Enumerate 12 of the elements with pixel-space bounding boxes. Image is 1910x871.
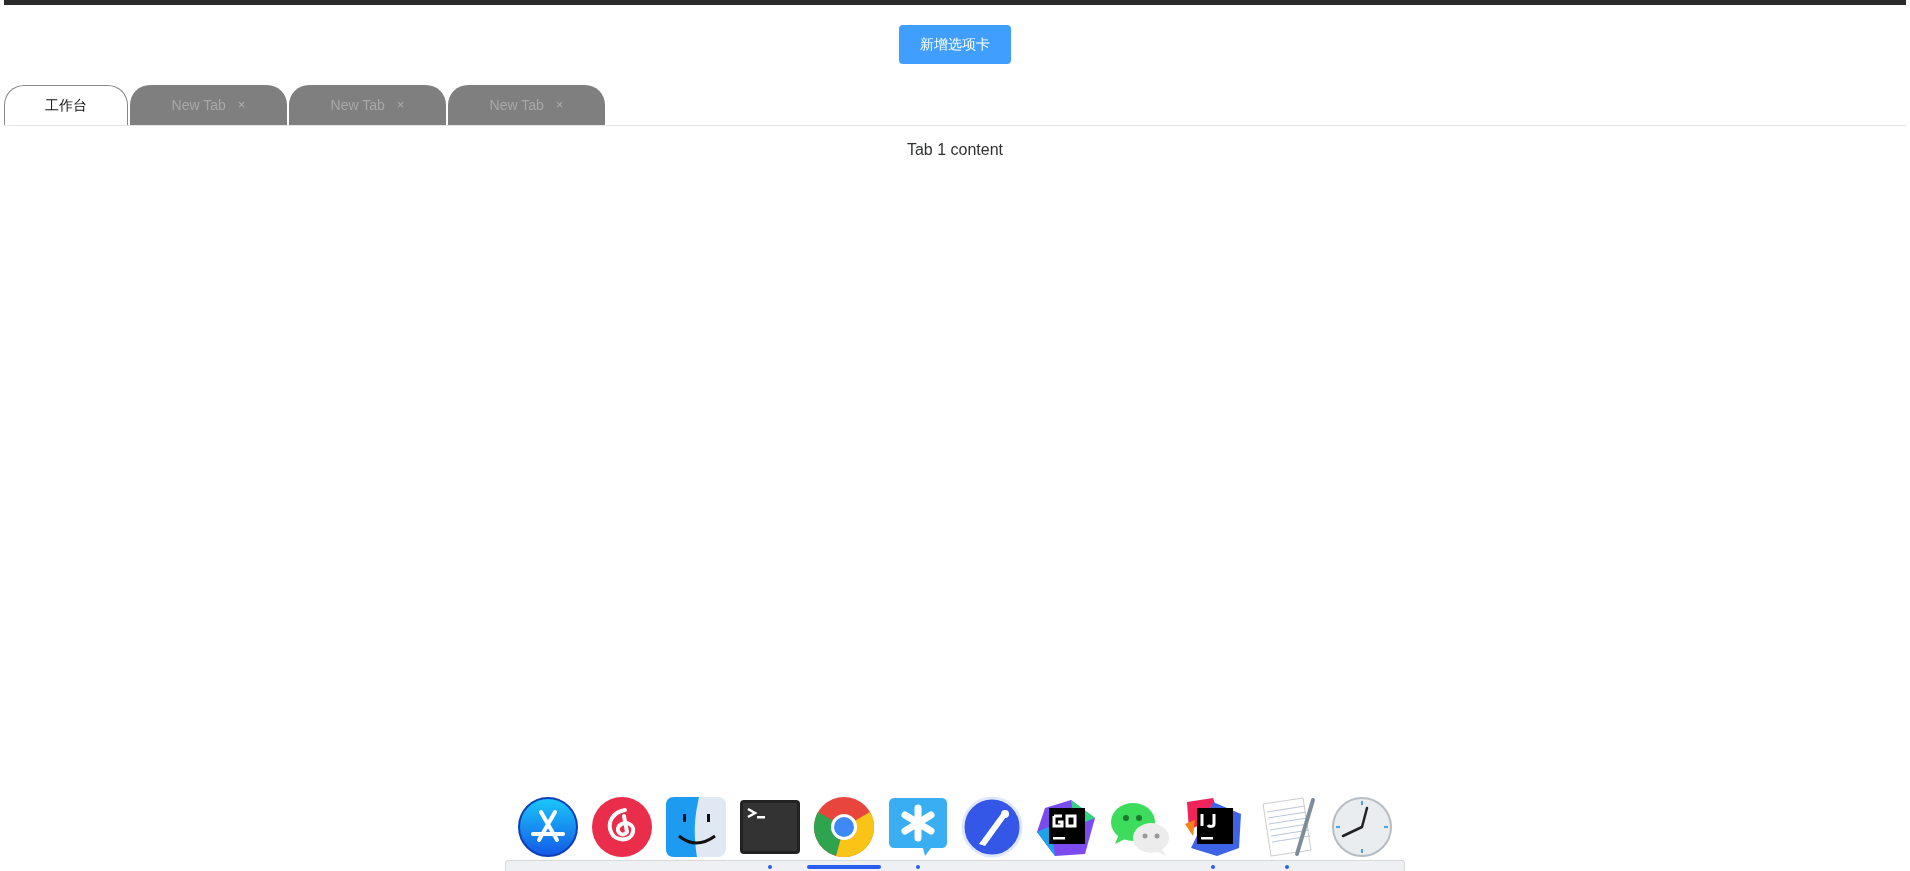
clock-icon[interactable] xyxy=(1331,796,1393,858)
add-tab-button[interactable]: 新增选项卡 xyxy=(899,25,1011,64)
browser-icon[interactable] xyxy=(813,796,875,858)
music-app-icon[interactable] xyxy=(591,796,653,858)
finder-face-icon[interactable] xyxy=(665,796,727,858)
tab-content-text: Tab 1 content xyxy=(906,141,1004,158)
close-tab-button[interactable]: × xyxy=(396,95,405,115)
close-tab-button[interactable]: × xyxy=(555,95,564,115)
app-store-icon[interactable] xyxy=(517,796,579,858)
tab-label: 工作台 xyxy=(45,96,87,115)
tab[interactable]: 工作台 xyxy=(4,85,128,125)
close-tab-button[interactable]: × xyxy=(237,95,246,115)
